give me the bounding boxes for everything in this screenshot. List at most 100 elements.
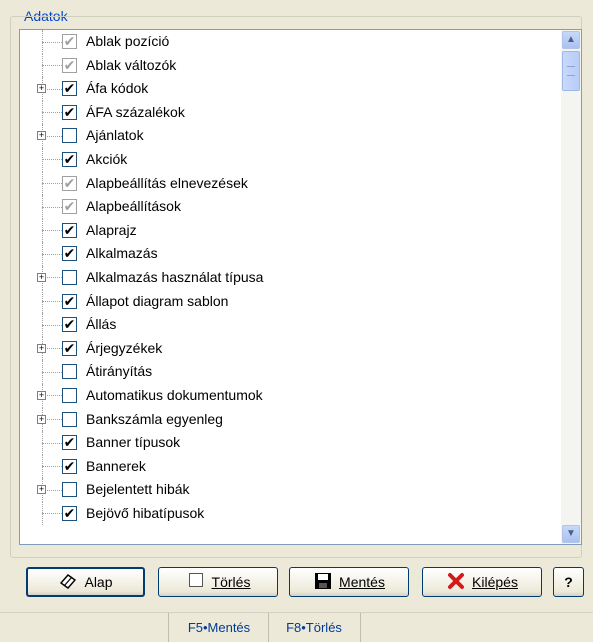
tree-item-checkbox[interactable]: ✔ [62, 175, 77, 191]
tree-branch-line [42, 206, 62, 208]
tree-branch-line [42, 466, 62, 468]
tree-branch-line [42, 159, 62, 161]
tree-item-label: Áfa kódok [86, 80, 149, 97]
tree-item[interactable]: Átirányítás [20, 360, 561, 384]
tree-branch-line [42, 442, 62, 444]
tree-item-checkbox[interactable]: ✔ [62, 435, 77, 451]
eraser-icon [58, 572, 78, 592]
tree-item-checkbox[interactable]: ✔ [62, 505, 77, 521]
tree-item[interactable]: ✔ Alapbeállítás elnevezések [20, 171, 561, 196]
tree-item-checkbox[interactable] [62, 411, 77, 427]
tree-item-checkbox[interactable]: ✔ [62, 222, 77, 238]
tree-branch-line [42, 324, 62, 326]
tree-item-label: Ablak pozíció [86, 33, 170, 49]
tree-item-label: Bannerek [86, 457, 146, 474]
scroll-down-button[interactable]: ▼ [562, 525, 580, 543]
tree-item-checkbox[interactable] [62, 482, 77, 498]
tree-item-checkbox[interactable]: ✔ [62, 293, 77, 309]
status-f5: F5•Mentés [168, 613, 269, 642]
tree-item[interactable]: + Bejelentett hibák [20, 478, 561, 502]
x-icon [446, 572, 466, 592]
tree-item[interactable]: + Alkalmazás használat típusa [20, 265, 561, 290]
tree-item[interactable]: ✔ Állapot diagram sablon [20, 289, 561, 314]
vertical-scrollbar[interactable]: ▲ ▼ [561, 30, 581, 544]
tree-item[interactable]: ✔ Alaprajz [20, 218, 561, 243]
tree-item[interactable]: ✔ Alkalmazás [20, 242, 561, 266]
tree-item-checkbox[interactable] [62, 364, 77, 380]
tree-item[interactable]: ✔ Bejövő hibatípusok [20, 501, 561, 526]
tree-item[interactable]: ✔ Ablak pozíció [20, 30, 561, 54]
tree-item-checkbox[interactable]: ✔ [62, 317, 77, 333]
tree-item[interactable]: + Automatikus dokumentumok [20, 383, 561, 408]
expand-icon[interactable]: + [37, 414, 46, 424]
tree-item[interactable]: + ✔ Áfa kódok [20, 77, 561, 101]
tree-item-checkbox[interactable] [62, 269, 77, 285]
tree-item[interactable]: + Bankszámla egyenleg [20, 407, 561, 432]
tree-item-checkbox[interactable]: ✔ [62, 151, 77, 167]
tree-item-label: Állás [86, 316, 117, 333]
tree-item-label: Bejövő hibatípusok [86, 504, 205, 521]
tree-item-checkbox[interactable]: ✔ [62, 199, 77, 215]
tree-branch-line [42, 112, 62, 114]
tree-item-checkbox[interactable]: ✔ [62, 57, 77, 73]
tree-item-checkbox[interactable] [62, 128, 77, 144]
tree-item-label: Akciók [86, 150, 128, 167]
expand-icon[interactable]: + [37, 131, 46, 141]
tree-item-checkbox[interactable]: ✔ [62, 246, 77, 262]
tree-item-checkbox[interactable]: ✔ [62, 458, 77, 474]
data-tree[interactable]: ✔ Ablak pozíció ✔ Ablak változók + ✔ Áfa kódok… [19, 29, 582, 545]
tree-branch-line [42, 230, 62, 232]
tree-item-checkbox[interactable]: ✔ [62, 104, 77, 120]
tree-item-checkbox[interactable]: ✔ [62, 34, 77, 49]
tree-item-label: Alkalmazás használat típusa [86, 268, 264, 285]
tree-item-label: Banner típusok [86, 434, 181, 451]
tree-item-label: Árjegyzékek [86, 339, 163, 356]
tree-item[interactable]: ✔ Ablak változók [20, 53, 561, 78]
alap-button[interactable]: Alap [26, 567, 145, 597]
tree-item[interactable]: ✔ Bannerek [20, 454, 561, 479]
floppy-icon [313, 572, 333, 592]
help-label: ? [564, 574, 573, 590]
scrollbar-thumb[interactable] [562, 51, 580, 91]
tree-item[interactable]: + Ajánlatok [20, 124, 561, 148]
tree-branch-line [42, 513, 62, 515]
tree-item[interactable]: + ✔ Árjegyzékek [20, 336, 561, 361]
torles-label: Törlés [211, 574, 251, 590]
expand-icon[interactable]: + [37, 272, 46, 282]
checkbox-icon [186, 572, 206, 592]
scroll-up-button[interactable]: ▲ [562, 31, 580, 49]
tree-branch-line [42, 41, 62, 43]
mentes-button[interactable]: Mentés [289, 567, 409, 597]
tree-item-label: ÁFA százalékok [86, 103, 185, 120]
expand-icon[interactable]: + [37, 390, 46, 400]
tree-item-label: Ajánlatok [86, 127, 144, 144]
tree-item-checkbox[interactable]: ✔ [62, 81, 77, 97]
expand-icon[interactable]: + [37, 485, 46, 495]
tree-item[interactable]: ✔ Banner típusok [20, 431, 561, 455]
help-button[interactable]: ? [553, 567, 584, 597]
torles-button[interactable]: Törlés [158, 567, 278, 597]
alap-label: Alap [84, 574, 113, 590]
tree-item[interactable]: ✔ Alapbeállítások [20, 195, 561, 219]
mentes-label: Mentés [339, 574, 385, 590]
tree-branch-line [42, 301, 62, 303]
tree-item-checkbox[interactable]: ✔ [62, 340, 77, 356]
tree-item-label: Bankszámla egyenleg [86, 410, 223, 427]
tree-item[interactable]: ✔ Akciók [20, 147, 561, 172]
status-f8: F8•Törlés [268, 613, 359, 642]
tree-item[interactable]: ✔ ÁFA százalékok [20, 100, 561, 125]
tree-item-label: Alapbeállítás elnevezések [86, 174, 248, 191]
expand-icon[interactable]: + [37, 84, 46, 94]
expand-icon[interactable]: + [37, 343, 46, 353]
tree-item[interactable]: ✔ Állás [20, 313, 561, 337]
tree-branch-line [42, 65, 62, 67]
status-bar: F5•Mentés F8•Törlés [0, 612, 593, 642]
tree-item-label: Alkalmazás [86, 245, 158, 262]
tree-item-checkbox[interactable] [62, 387, 77, 403]
tree-item-label: Alaprajz [86, 221, 137, 238]
tree-item-label: Állapot diagram sablon [86, 292, 229, 309]
kilepes-button[interactable]: Kilépés [422, 567, 542, 597]
tree-branch-line [42, 183, 62, 185]
tree-item-label: Automatikus dokumentumok [86, 386, 263, 403]
tree-branch-line [42, 371, 62, 373]
